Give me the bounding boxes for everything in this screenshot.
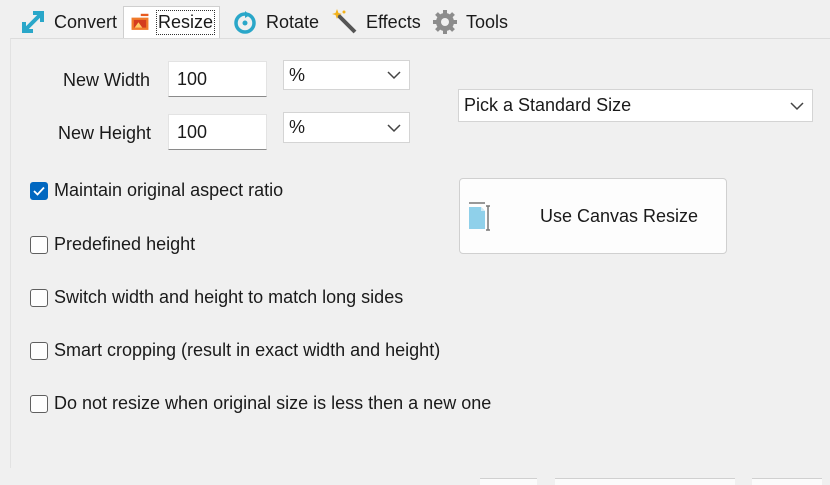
new-width-label: New Width [63, 70, 151, 90]
new-height-label: New Height [58, 123, 152, 143]
smart-cropping-label: Smart cropping (result in exact width an… [54, 340, 441, 360]
predefined-height-checkbox[interactable] [30, 235, 48, 254]
option-maintain-aspect-ratio[interactable]: Maintain original aspect ratio [30, 180, 283, 201]
chevron-down-icon [790, 101, 804, 110]
convert-arrows-icon [22, 11, 44, 33]
do-not-resize-smaller-label: Do not resize when original size is less… [54, 393, 492, 413]
standard-size-value: Pick a Standard Size [464, 95, 632, 115]
tab-convert-label: Convert [54, 11, 118, 32]
standard-size-select[interactable]: Pick a Standard Size [458, 89, 813, 122]
magic-wand-icon [332, 9, 357, 34]
tab-rotate-label: Rotate [266, 11, 320, 32]
use-canvas-resize-button[interactable]: Use Canvas Resize [459, 178, 727, 254]
use-canvas-resize-label: Use Canvas Resize [540, 206, 699, 226]
tab-resize-label: Resize [155, 10, 216, 35]
maintain-aspect-ratio-checkbox[interactable] [30, 181, 48, 200]
switch-width-height-checkbox[interactable] [30, 288, 48, 307]
tab-resize[interactable]: Resize [123, 6, 220, 38]
tab-tools[interactable]: Tools [426, 6, 514, 38]
new-width-input[interactable] [168, 61, 267, 97]
switch-width-height-label: Switch width and height to match long si… [54, 287, 404, 307]
option-smart-cropping[interactable]: Smart cropping (result in exact width an… [30, 340, 440, 361]
tab-effects[interactable]: Effects [326, 6, 427, 38]
tab-tools-label: Tools [466, 11, 509, 32]
width-unit-select[interactable]: % [283, 60, 410, 90]
checkmark-icon [33, 186, 45, 196]
option-predefined-height[interactable]: Predefined height [30, 234, 195, 255]
tab-bar: Convert Resize Rotate Effects Tools [0, 0, 830, 40]
predefined-height-label: Predefined height [54, 234, 196, 254]
canvas-resize-icon [469, 202, 490, 231]
gear-icon [433, 10, 457, 34]
tab-rotate[interactable]: Rotate [226, 6, 325, 38]
tab-effects-label: Effects [366, 11, 421, 32]
height-unit-select[interactable]: % [283, 112, 410, 143]
chevron-down-icon [387, 123, 401, 132]
maintain-aspect-ratio-label: Maintain original aspect ratio [54, 180, 284, 200]
height-unit-value: % [289, 117, 306, 137]
do-not-resize-smaller-checkbox[interactable] [30, 394, 48, 413]
tab-convert[interactable]: Convert [14, 6, 123, 38]
chevron-down-icon [387, 71, 401, 80]
option-switch-width-height[interactable]: Switch width and height to match long si… [30, 287, 403, 308]
smart-cropping-checkbox[interactable] [30, 341, 48, 360]
width-unit-value: % [289, 64, 306, 85]
resize-image-icon [131, 13, 149, 30]
new-height-input[interactable] [168, 114, 267, 150]
option-do-not-resize-smaller[interactable]: Do not resize when original size is less… [30, 393, 491, 414]
rotate-icon [234, 11, 256, 34]
